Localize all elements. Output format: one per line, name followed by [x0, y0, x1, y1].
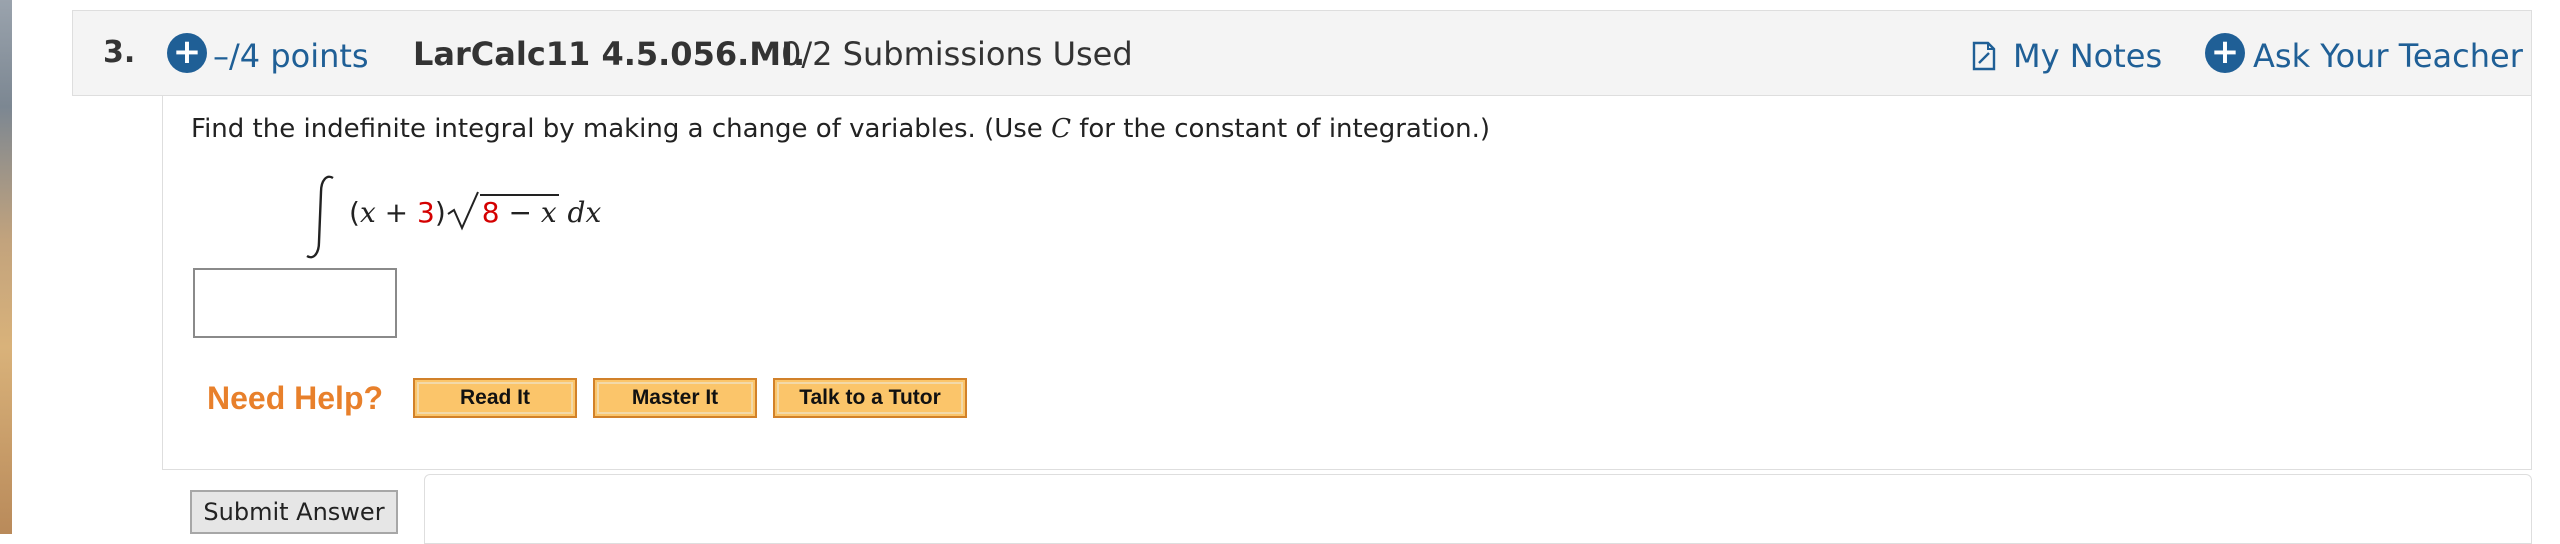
ask-teacher-plus-icon[interactable]: +	[2205, 33, 2245, 73]
talk-to-tutor-button[interactable]: Talk to a Tutor	[773, 378, 967, 418]
assignment-id: LarCalc11 4.5.056.MI.	[413, 35, 806, 73]
master-it-button[interactable]: Master It	[593, 378, 757, 418]
submit-answer-button[interactable]: Submit Answer	[190, 490, 398, 534]
sqrt-sign	[447, 191, 479, 231]
need-help-label: Need Help?	[207, 380, 384, 416]
desktop-background-strip	[0, 0, 12, 534]
points-label[interactable]: –/4 points	[213, 37, 369, 75]
read-it-button[interactable]: Read It	[413, 378, 577, 418]
answer-input[interactable]	[193, 268, 397, 338]
notes-icon[interactable]	[1971, 41, 1997, 71]
question-body: Find the indefinite integral by making a…	[162, 96, 2532, 470]
question-header: 3. + –/4 points LarCalc11 4.5.056.MI. 0/…	[72, 10, 2532, 96]
integral-sign	[306, 175, 334, 259]
question-prompt: Find the indefinite integral by making a…	[191, 114, 1491, 144]
question-number: 3.	[103, 35, 136, 70]
submissions-used: 0/2 Submissions Used	[781, 35, 1133, 73]
my-notes-link[interactable]: My Notes	[2013, 37, 2162, 75]
plus-icon[interactable]: +	[167, 33, 207, 73]
ask-your-teacher-link[interactable]: Ask Your Teacher	[2253, 37, 2523, 75]
